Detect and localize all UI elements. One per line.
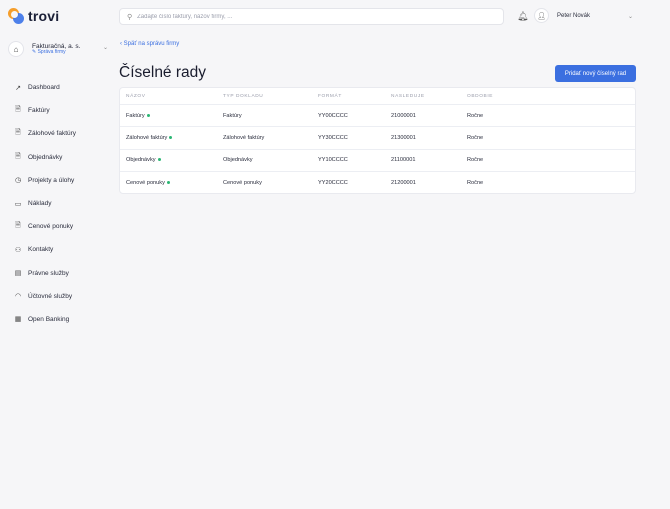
format-cell: YY20CCCC (318, 180, 348, 187)
series-name: Faktúry (126, 112, 145, 119)
sidebar-item-label: Open Banking (28, 315, 70, 323)
trend-icon: ↗ (15, 84, 21, 92)
column-header-format[interactable]: FORMÁT (318, 94, 391, 99)
doc-type-cell: Zálohové faktúry (223, 134, 265, 141)
table-row[interactable]: Objednávky Objednávky YY10CCCC 21100001 … (120, 150, 635, 172)
sidebar-item-label: Náklady (28, 200, 52, 208)
chevron-down-icon[interactable]: ⌄ (628, 13, 633, 20)
column-header-period[interactable]: OBDOBIE (467, 94, 567, 99)
next-number-cell: 21200001 (391, 180, 416, 187)
sidebar-item-label: Cenové ponuky (28, 223, 74, 231)
sidebar-item-expenses[interactable]: ▭ Náklady (14, 192, 76, 215)
page-title: Číselné rady (119, 64, 207, 81)
next-number-cell: 21000001 (391, 112, 416, 119)
company-switcher[interactable]: ⌂ Fakturačná, a. s. ✎ Správa firmy ⌄ (8, 38, 108, 60)
status-dot (146, 113, 150, 117)
sidebar-item-advance-invoices[interactable]: 🗎 Zálohové faktúry (14, 122, 76, 145)
table-row[interactable]: Cenové ponuky Cenové ponuky YY20CCCC 212… (120, 172, 635, 193)
sidebar-item-accounting[interactable]: ◠ Účtovné služby (14, 285, 76, 308)
column-header-next[interactable]: NASLEDUJE (391, 94, 467, 99)
accounting-icon: ◠ (14, 293, 22, 301)
back-link[interactable]: ‹ Späť na správu firmy (120, 41, 179, 47)
contacts-icon: ⚇ (14, 246, 22, 254)
status-dot (157, 158, 161, 162)
sidebar-item-label: Zálohové faktúry (28, 130, 77, 138)
table-row[interactable]: Faktúry Faktúry YY00CCCC 21000001 Ročne (120, 105, 635, 128)
sidebar-item-legal[interactable]: ▤ Právne služby (14, 262, 76, 285)
sidebar-item-dashboard[interactable]: ↗ Dashboard (14, 76, 76, 99)
format-cell: YY00CCCC (318, 112, 348, 119)
sidebar-item-contacts[interactable]: ⚇ Kontakty (14, 238, 76, 261)
user-name[interactable]: Peter Novák (557, 13, 590, 19)
period-cell: Ročne (467, 157, 484, 164)
sidebar-item-open-banking[interactable]: ▦ Open Banking (14, 308, 76, 331)
legal-icon: ▤ (14, 270, 22, 278)
column-header-doc-type[interactable]: TYP DOKLADU (223, 94, 318, 99)
sidebar-item-orders[interactable]: 🗎 Objednávky (14, 146, 76, 169)
sidebar-item-label: Dashboard (28, 84, 60, 92)
wallet-icon: ▭ (14, 200, 22, 208)
add-number-series-button[interactable]: Pridať nový číselný rad (555, 65, 636, 82)
doc-type-cell: Cenové ponuky (223, 180, 262, 187)
number-series-table: NÁZOV TYP DOKLADU FORMÁT NASLEDUJE OBDOB… (119, 87, 636, 194)
sidebar-item-quotes[interactable]: 🗎 Cenové ponuky (14, 215, 76, 238)
bell-icon[interactable]: 🔔︎ (517, 11, 528, 22)
document-icon: 🗎 (15, 222, 21, 230)
sidebar-item-projects[interactable]: ◷ Projekty a úlohy (14, 169, 76, 192)
next-number-cell: 21100001 (391, 157, 416, 164)
sidebar-item-invoices[interactable]: 🗎 Faktúry (14, 99, 76, 122)
period-cell: Ročne (467, 112, 484, 119)
avatar[interactable]: 👤︎ (534, 8, 549, 23)
column-header-name[interactable]: NÁZOV (120, 94, 223, 99)
company-manage-link[interactable]: ✎ Správa firmy (32, 49, 80, 56)
sidebar-item-label: Účtovné služby (28, 292, 73, 300)
document-icon: 🗎 (15, 152, 21, 160)
table-header: NÁZOV TYP DOKLADU FORMÁT NASLEDUJE OBDOB… (120, 88, 635, 105)
series-name: Cenové ponuky (126, 180, 165, 187)
next-number-cell: 21300001 (391, 134, 416, 141)
document-icon: 🗎 (15, 106, 21, 114)
sidebar-item-label: Faktúry (28, 107, 50, 115)
sidebar-nav: ↗ Dashboard 🗎 Faktúry 🗎 Zálohové faktúry… (14, 76, 76, 331)
format-cell: YY10CCCC (318, 157, 348, 164)
status-dot (169, 135, 173, 139)
search-icon: ⚲ (127, 13, 133, 21)
clock-icon: ◷ (14, 177, 22, 185)
series-name: Zálohové faktúry (126, 134, 168, 141)
brand-name: trovi (28, 8, 60, 24)
doc-type-cell: Objednávky (223, 157, 253, 164)
brand-logo[interactable]: trovi (8, 8, 59, 24)
doc-type-cell: Faktúry (223, 112, 242, 119)
home-icon: ⌂ (8, 41, 24, 57)
period-cell: Ročne (467, 134, 484, 141)
sidebar-item-label: Projekty a úlohy (28, 176, 75, 184)
series-name: Objednávky (126, 157, 156, 164)
trovi-logo-icon (8, 8, 24, 24)
search-input[interactable] (137, 13, 478, 20)
status-dot (166, 181, 170, 185)
chevron-down-icon: ⌄ (102, 45, 108, 51)
sidebar-item-label: Právne služby (28, 269, 69, 277)
period-cell: Ročne (467, 180, 484, 187)
search-bar: ⚲ (119, 8, 504, 25)
bank-icon: ▦ (14, 316, 22, 324)
format-cell: YY30CCCC (318, 134, 348, 141)
document-icon: 🗎 (15, 129, 21, 137)
table-row[interactable]: Zálohové faktúry Zálohové faktúry YY30CC… (120, 127, 635, 150)
sidebar-item-label: Kontakty (28, 246, 54, 254)
sidebar-item-label: Objednávky (28, 153, 63, 161)
